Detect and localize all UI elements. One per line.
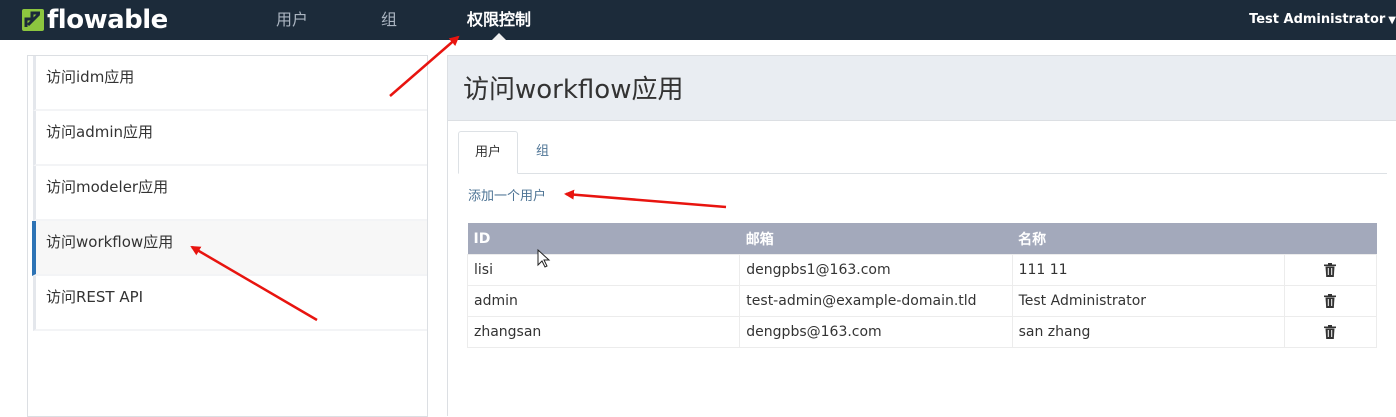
- sidebar-item-label: 访问workflow应用: [46, 233, 174, 251]
- tab-groups[interactable]: 组: [520, 131, 565, 172]
- sidebar-item-workflow[interactable]: 访问workflow应用: [32, 221, 427, 276]
- cell-id: lisi: [466, 254, 741, 286]
- sidebar-item-modeler[interactable]: 访问modeler应用: [33, 166, 427, 221]
- sidebar-item-label: 访问REST API: [46, 288, 144, 306]
- cell-name: Test Administrator: [1011, 285, 1285, 317]
- trash-icon[interactable]: [1324, 263, 1337, 277]
- cell-email: dengpbs@163.com: [739, 316, 1013, 348]
- tab-bar: 用户 组: [458, 131, 1387, 174]
- table-row[interactable]: admin test-admin@example-domain.tld Test…: [466, 285, 1378, 317]
- sidebar-item-idm[interactable]: 访问idm应用: [33, 56, 427, 111]
- column-header-name: 名称: [1012, 223, 1285, 255]
- delete-cell: [1283, 316, 1378, 348]
- nav-privileges-label: 权限控制: [467, 10, 532, 29]
- nav-groups[interactable]: 组: [381, 0, 397, 40]
- sidebar-item-admin[interactable]: 访问admin应用: [33, 111, 427, 166]
- brand-name: flowable: [47, 5, 168, 35]
- trash-icon[interactable]: [1324, 325, 1337, 339]
- delete-cell: [1283, 285, 1378, 317]
- page-title: 访问workflow应用: [463, 75, 684, 105]
- flowable-logo[interactable]: flowable: [22, 6, 168, 34]
- column-header-actions: [1284, 223, 1377, 255]
- add-user-link[interactable]: 添加一个用户: [468, 185, 546, 204]
- column-header-id: ID: [467, 223, 740, 255]
- tab-users[interactable]: 用户: [458, 131, 519, 174]
- sidebar-item-label: 访问modeler应用: [46, 178, 169, 196]
- sidebar-item-label: 访问admin应用: [46, 123, 153, 141]
- page-header: 访问workflow应用: [448, 56, 1396, 121]
- cell-email: test-admin@example-domain.tld: [739, 285, 1013, 317]
- cell-id: admin: [466, 285, 741, 317]
- sidebar-item-rest-api[interactable]: 访问REST API: [33, 276, 427, 331]
- flowable-logo-icon: [22, 9, 44, 31]
- trash-icon[interactable]: [1324, 294, 1337, 308]
- table-header-row: ID 邮箱 名称: [467, 223, 1377, 255]
- table-row[interactable]: lisi dengpbs1@163.com 111 11: [466, 254, 1378, 286]
- top-navbar: flowable 用户 组 权限控制 Test Administrator ▼: [0, 0, 1396, 40]
- cell-name: san zhang: [1011, 316, 1285, 348]
- user-name: Test Administrator: [1249, 12, 1386, 27]
- chevron-down-icon: ▼: [1388, 15, 1396, 26]
- column-header-email: 邮箱: [739, 223, 1013, 255]
- nav-privileges[interactable]: 权限控制: [467, 0, 531, 40]
- cell-email: dengpbs1@163.com: [739, 254, 1013, 286]
- sidebar-item-label: 访问idm应用: [46, 68, 135, 86]
- nav-users[interactable]: 用户: [276, 0, 308, 40]
- table-row[interactable]: zhangsan dengpbs@163.com san zhang: [466, 316, 1378, 348]
- main-panel: 访问workflow应用 用户 组 添加一个用户 ID 邮箱 名称 lisi d…: [447, 55, 1396, 416]
- active-nav-caret: [492, 33, 506, 40]
- privilege-sidebar: 访问idm应用 访问admin应用 访问modeler应用 访问workflow…: [27, 55, 428, 417]
- cell-id: zhangsan: [466, 316, 741, 348]
- cell-name: 111 11: [1011, 254, 1285, 286]
- user-menu[interactable]: Test Administrator ▼: [1249, 0, 1396, 40]
- delete-cell: [1283, 254, 1378, 286]
- users-table: ID 邮箱 名称 lisi dengpbs1@163.com 111 11 ad…: [466, 223, 1378, 348]
